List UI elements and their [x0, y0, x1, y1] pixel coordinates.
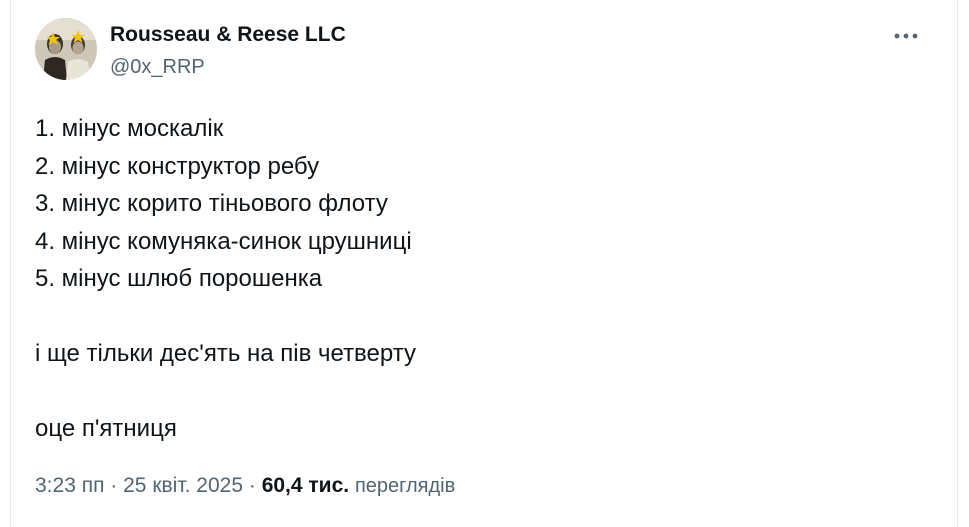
meta-separator: ·: [104, 474, 124, 497]
views-label: переглядів: [354, 475, 456, 497]
views-count[interactable]: 60,4 тис.: [262, 474, 349, 497]
tweet-card: Rousseau & Reese LLC @0x_RRP 1. мінус мо…: [10, 0, 958, 527]
tweet-time[interactable]: 3:23 пп: [35, 474, 104, 497]
author-handle[interactable]: @0x_RRP: [110, 54, 205, 80]
tweet-paragraph-2: і ще тільки дес'ять на пів четверту: [35, 340, 416, 367]
author-display-name[interactable]: Rousseau & Reese LLC: [110, 22, 346, 48]
tweet-line-4: 4. мінус комуняка-синок црушниці: [35, 227, 412, 255]
tweet-line-1: 1. мінус москалік: [35, 115, 224, 142]
tweet-line-3: 3. мінус корито тіньового флоту: [35, 190, 388, 217]
more-options-button[interactable]: [889, 22, 923, 50]
more-horizontal-icon: [894, 33, 918, 39]
tweet-line-2: 2. мінус конструктор ребу: [35, 152, 320, 180]
author-avatar[interactable]: [35, 18, 97, 80]
tweet-paragraph-3: оце п'ятниця: [35, 415, 177, 442]
tweet-line-5: 5. мінус шлюб порошенка: [35, 265, 323, 292]
vintage-photo-avatar-icon: [35, 18, 97, 80]
tweet-metadata: 3:23 пп · 25 квіт. 2025 · 60,4 тис. пере…: [35, 472, 455, 500]
meta-separator: ·: [243, 474, 262, 497]
tweet-date[interactable]: 25 квіт. 2025: [123, 474, 243, 497]
tweet-text: 1. мінус москалік 2. мінус конструктор р…: [35, 110, 915, 448]
